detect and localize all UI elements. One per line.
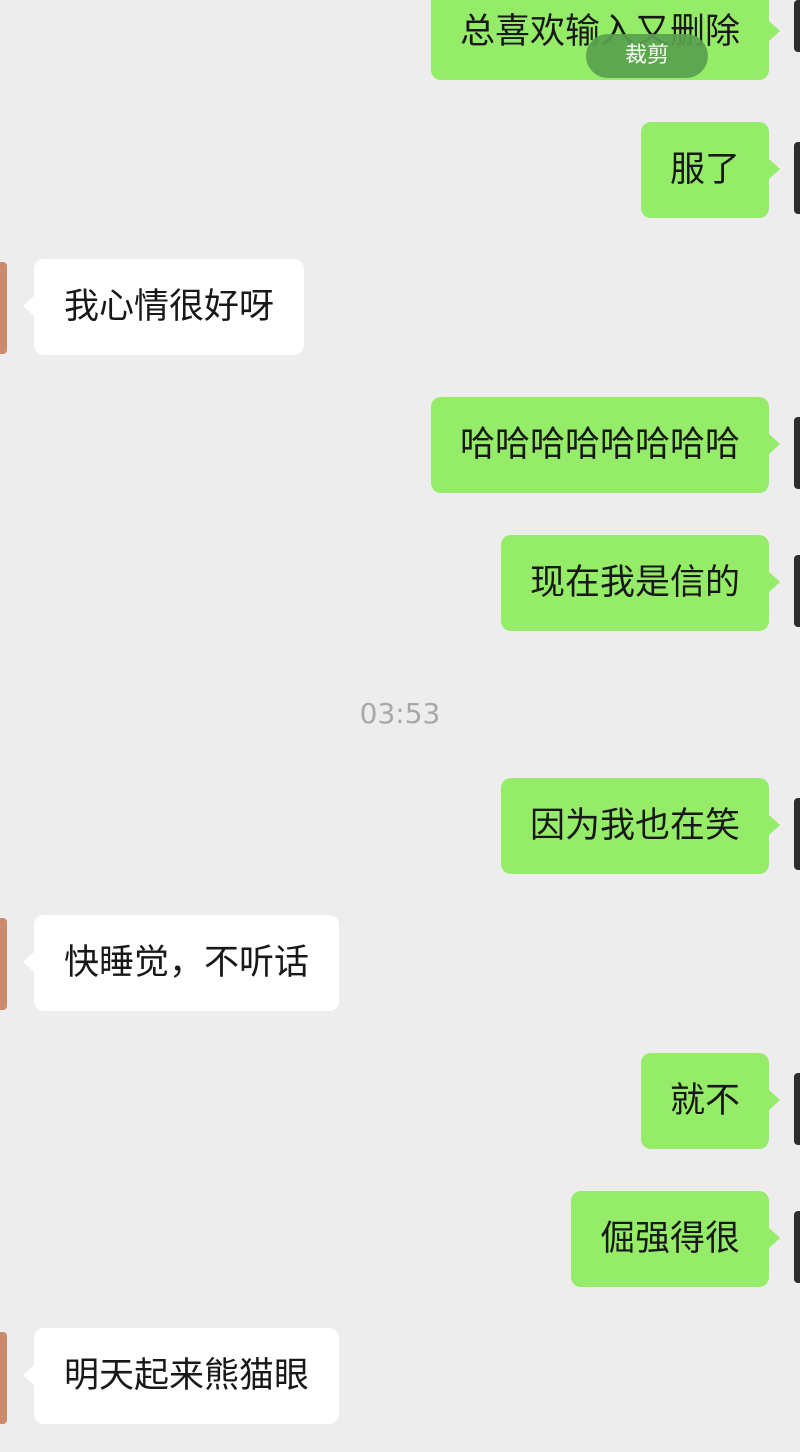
- contact-avatar[interactable]: [0, 1332, 7, 1424]
- my-avatar[interactable]: [794, 417, 800, 489]
- sent-message[interactable]: 现在我是信的: [500, 535, 781, 631]
- message-text: 现在我是信的: [529, 563, 740, 603]
- received-message[interactable]: 快睡觉，不听话: [22, 915, 340, 1011]
- my-avatar[interactable]: [794, 142, 800, 214]
- timestamp: 03:53: [359, 697, 441, 730]
- crop-badge[interactable]: 裁剪: [586, 34, 708, 78]
- contact-avatar[interactable]: [0, 262, 7, 354]
- my-avatar[interactable]: [794, 1211, 800, 1283]
- message-text: 倔强得很: [599, 1219, 740, 1259]
- received-message[interactable]: 我心情很好呀: [22, 259, 305, 355]
- my-avatar[interactable]: [794, 0, 800, 52]
- contact-avatar[interactable]: [0, 918, 7, 1010]
- message-text: 哈哈哈哈哈哈哈哈: [459, 425, 740, 465]
- my-avatar[interactable]: [794, 1073, 800, 1145]
- sent-message[interactable]: 哈哈哈哈哈哈哈哈: [430, 397, 781, 493]
- message-text: 我心情很好呀: [64, 287, 275, 327]
- my-avatar[interactable]: [794, 798, 800, 870]
- message-text: 明天起来熊猫眼: [64, 1356, 310, 1396]
- my-avatar[interactable]: [794, 555, 800, 627]
- received-message[interactable]: 明天起来熊猫眼: [22, 1328, 340, 1424]
- sent-message[interactable]: 因为我也在笑: [500, 778, 781, 874]
- sent-message[interactable]: 倔强得很: [570, 1191, 781, 1287]
- message-text: 就不: [669, 1081, 740, 1121]
- message-text: 服了: [669, 150, 740, 190]
- message-text: 因为我也在笑: [529, 806, 740, 846]
- message-text: 快睡觉，不听话: [64, 943, 310, 983]
- sent-message[interactable]: 服了: [640, 122, 781, 218]
- sent-message[interactable]: 就不: [640, 1053, 781, 1149]
